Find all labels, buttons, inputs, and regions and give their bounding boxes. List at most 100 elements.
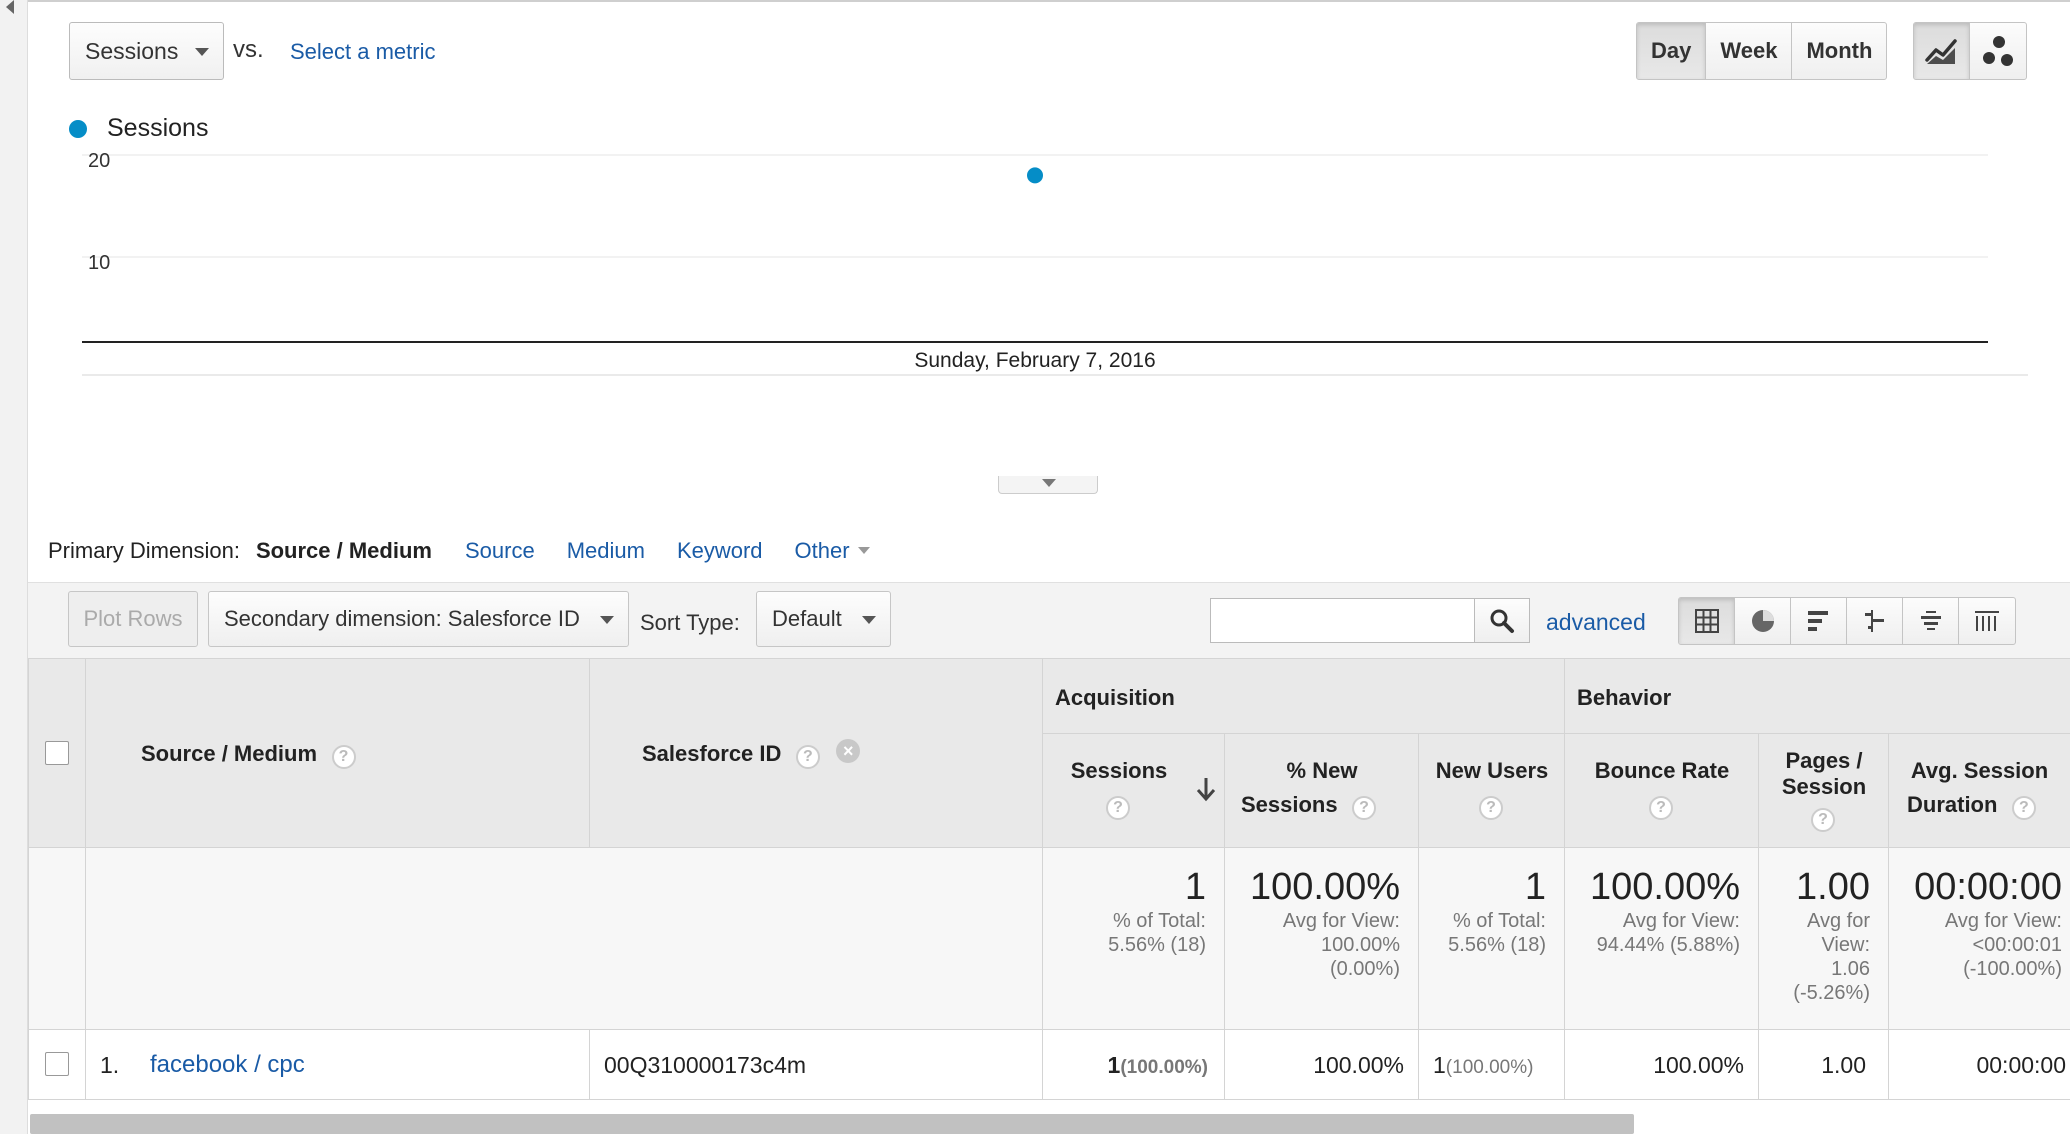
line-chart-button[interactable] xyxy=(1914,23,1970,79)
view-percentage-button[interactable] xyxy=(1735,598,1791,644)
pivot-icon xyxy=(1975,611,1999,631)
new-users-header[interactable]: New Users ? xyxy=(1419,734,1565,848)
view-pivot-button[interactable] xyxy=(1959,598,2015,644)
sort-type-label: Sort Type: xyxy=(640,610,740,635)
chart-collapse-tab[interactable] xyxy=(998,476,1098,494)
period-week-button[interactable]: Week xyxy=(1706,23,1793,79)
secondary-dimension-value: Secondary dimension: Salesforce ID xyxy=(224,606,580,631)
table-row-salesforce-id: 00Q310000173c4m xyxy=(590,1030,1043,1100)
help-icon[interactable]: ? xyxy=(1479,796,1503,820)
help-icon[interactable]: ? xyxy=(2011,795,2036,820)
y-tick-label: 20 xyxy=(88,150,110,172)
horizontal-scrollbar[interactable] xyxy=(30,1114,1634,1134)
totals-avg-session-sub-2: <00:00:01 xyxy=(1972,934,2062,956)
help-icon[interactable]: ? xyxy=(1649,796,1673,820)
select-all-checkbox[interactable] xyxy=(45,741,69,765)
pie-chart-icon xyxy=(1751,610,1774,632)
pages-session-header-label-1: Pages / xyxy=(1785,748,1863,773)
totals-bounce-rate-value: 100.00% xyxy=(1589,866,1740,908)
metric-select-value: Sessions xyxy=(85,38,179,64)
table-row-avg-session: 00:00:00 xyxy=(1889,1030,2070,1100)
primary-dimension-label: Primary Dimension: xyxy=(48,538,240,563)
sessions-header-label: Sessions xyxy=(1070,758,1168,783)
search-button[interactable] xyxy=(1474,598,1530,643)
motion-chart-button[interactable] xyxy=(1970,23,2026,79)
totals-pages-session-sub-4: (-5.26%) xyxy=(1793,982,1870,1004)
sessions-header[interactable]: Sessions ? xyxy=(1043,734,1225,848)
pages-session-header[interactable]: Pages / Session ? xyxy=(1759,734,1889,848)
primary-dimension-source[interactable]: Source xyxy=(465,538,535,564)
totals-new-sessions-sub-2: 100.00% xyxy=(1321,934,1400,956)
chart-legend: Sessions xyxy=(69,114,208,143)
bounce-rate-header-label: Bounce Rate xyxy=(1594,758,1730,783)
totals-new-sessions-sub-1: Avg for View: xyxy=(1282,910,1400,932)
behavior-group-header: Behavior xyxy=(1565,658,2070,734)
table-grid-icon xyxy=(1694,609,1719,633)
term-cloud-icon xyxy=(1920,611,1941,630)
help-icon[interactable]: ? xyxy=(1106,796,1130,820)
table-row-new-users: 1(100.00%) xyxy=(1419,1030,1565,1100)
source-medium-header[interactable]: Source / Medium ? xyxy=(86,658,590,848)
sort-type-value: Default xyxy=(772,606,842,631)
behavior-group-label: Behavior xyxy=(1577,685,1672,710)
totals-avg-session-sub-3: (-100.00%) xyxy=(1963,958,2062,980)
legend-label: Sessions xyxy=(107,114,209,142)
view-performance-button[interactable] xyxy=(1791,598,1847,644)
row-source-medium-link[interactable]: facebook / cpc xyxy=(150,1051,305,1079)
totals-avg-session-sub-1: Avg for View: xyxy=(1944,910,2062,932)
table-row-new-sessions: 100.00% xyxy=(1225,1030,1419,1100)
advanced-filter-link[interactable]: advanced xyxy=(1546,609,1646,636)
view-comparison-button[interactable] xyxy=(1847,598,1903,644)
primary-dimension-active: Source / Medium xyxy=(255,538,432,563)
totals-new-sessions-value: 100.00% xyxy=(1249,866,1400,908)
row-bounce-rate-value: 100.00% xyxy=(1653,1052,1744,1078)
totals-avg-session-value: 00:00:00 xyxy=(1914,866,2062,908)
view-term-cloud-button[interactable] xyxy=(1903,598,1959,644)
avg-session-header-label-2: Duration xyxy=(1907,792,1998,817)
row-new-users-pct: (100.00%) xyxy=(1445,1057,1534,1078)
help-icon[interactable]: ? xyxy=(1352,795,1377,820)
comparison-icon xyxy=(1864,610,1884,632)
acquisition-group-header: Acquisition xyxy=(1043,658,1565,734)
chevron-down-icon xyxy=(862,616,876,624)
avg-session-duration-header[interactable]: Avg. Session Duration ? xyxy=(1889,734,2070,848)
plot-rows-button[interactable]: Plot Rows xyxy=(68,591,198,647)
help-icon[interactable]: ? xyxy=(1811,808,1835,832)
remove-secondary-dimension-icon[interactable]: × xyxy=(836,738,861,763)
help-icon[interactable]: ? xyxy=(331,744,356,769)
row-checkbox[interactable] xyxy=(45,1052,69,1076)
table-view-toggle xyxy=(1678,597,2016,645)
select-metric-link[interactable]: Select a metric xyxy=(290,39,436,65)
table-row-sessions: 1(100.00%) xyxy=(1043,1030,1225,1100)
primary-dimension-medium[interactable]: Medium xyxy=(567,538,645,564)
view-data-button[interactable] xyxy=(1679,598,1735,644)
table-row-pages-session: 1.00 xyxy=(1759,1030,1889,1100)
secondary-dimension-select[interactable]: Secondary dimension: Salesforce ID xyxy=(208,591,629,647)
totals-new-users-sub-2: 5.56% (18) xyxy=(1448,934,1546,956)
period-month-button[interactable]: Month xyxy=(1792,23,1886,79)
salesforce-id-header[interactable]: Salesforce ID ? × xyxy=(590,658,1043,848)
acquisition-group-label: Acquisition xyxy=(1055,685,1175,710)
search-icon xyxy=(1490,609,1514,633)
totals-new-users-value: 1 xyxy=(1524,866,1546,908)
collapse-arrow-icon[interactable] xyxy=(6,0,14,14)
left-sidebar-collapsed[interactable] xyxy=(0,0,28,1134)
new-sessions-header[interactable]: % New Sessions ? xyxy=(1225,734,1419,848)
sort-type-select[interactable]: Default xyxy=(756,591,891,647)
help-icon[interactable]: ? xyxy=(795,744,820,769)
metric-select[interactable]: Sessions xyxy=(69,22,224,80)
source-medium-header-label: Source / Medium xyxy=(141,741,318,766)
row-pages-session-value: 1.00 xyxy=(1821,1052,1866,1078)
primary-dimension-other[interactable]: Other xyxy=(795,538,870,564)
totals-new-users: 1 % of Total: 5.56% (18) xyxy=(1419,848,1565,1030)
chart-type-toggle xyxy=(1913,22,2027,80)
row-new-users-value: 1 xyxy=(1433,1052,1446,1078)
x-tick-label: Sunday, February 7, 2016 xyxy=(914,349,1155,372)
totals-new-sessions-sub-3: (0.00%) xyxy=(1329,958,1400,980)
new-sessions-header-label-2: Sessions xyxy=(1241,792,1338,817)
bounce-rate-header[interactable]: Bounce Rate ? xyxy=(1565,734,1759,848)
totals-bounce-rate: 100.00% Avg for View: 94.44% (5.88%) xyxy=(1565,848,1759,1030)
table-search-input[interactable] xyxy=(1210,598,1474,643)
period-day-button[interactable]: Day xyxy=(1637,23,1707,79)
primary-dimension-keyword[interactable]: Keyword xyxy=(677,538,763,564)
